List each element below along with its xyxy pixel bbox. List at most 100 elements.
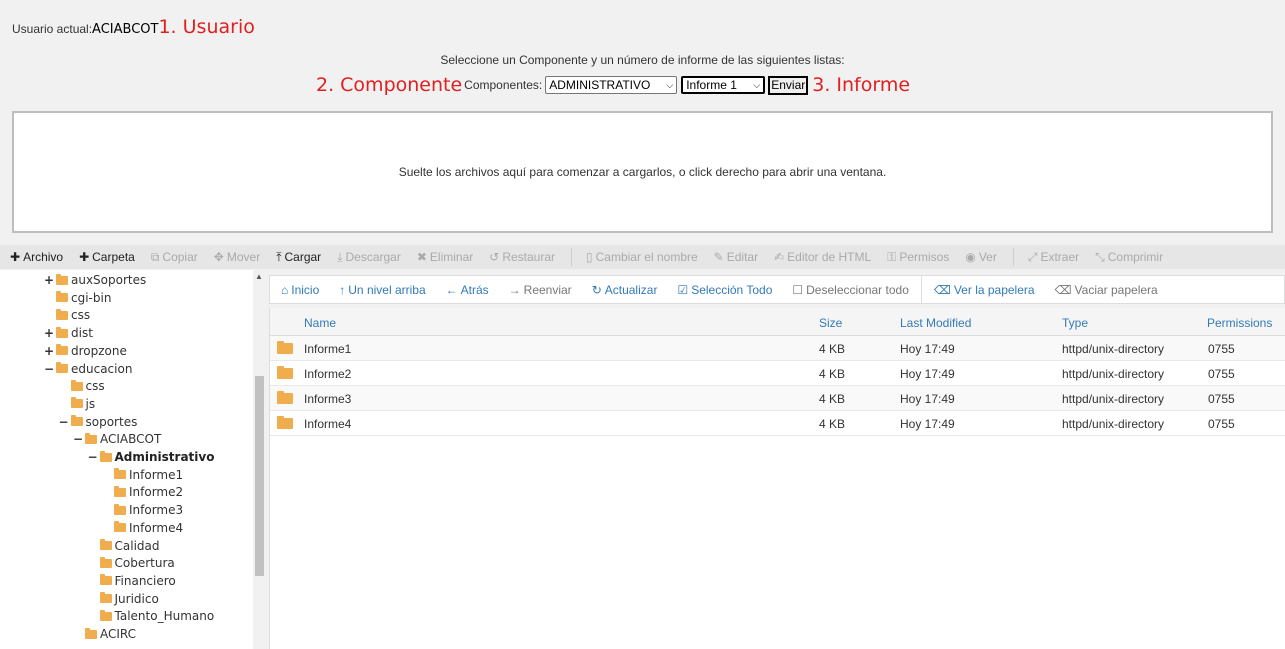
table-row[interactable]: Informe4 4 KB Hoy 17:49 httpd/unix-director… (270, 411, 1285, 436)
tree-item[interactable]: css (44, 306, 90, 324)
toolbar-mover-button[interactable]: ✥ Mover (214, 250, 260, 264)
expand-icon[interactable]: + (44, 273, 54, 287)
toolbar-eliminar-button[interactable]: ✖ Eliminar (417, 250, 473, 264)
report-select[interactable]: Informe 1 ⌵ (681, 76, 766, 94)
tree-item[interactable]: cgi-bin (44, 289, 111, 307)
table-row[interactable]: Informe3 4 KB Hoy 17:49 httpd/unix-director… (270, 386, 1285, 411)
toolbar-comprimir-button[interactable]: ⤡ Comprimir (1095, 250, 1163, 265)
collapse-icon[interactable]: − (88, 450, 98, 464)
level-up-icon: ↑ (339, 282, 346, 297)
table-row[interactable]: Informe2 4 KB Hoy 17:49 httpd/unix-director… (270, 361, 1285, 386)
nav-atrás-button[interactable]: ← Atrás (446, 283, 489, 297)
tree-scrollbar[interactable]: ▲ (253, 270, 266, 649)
collapse-icon[interactable]: − (59, 415, 69, 429)
tree-item[interactable]: − Administrativo (88, 448, 215, 466)
file-modified-cell: Hoy 17:49 (900, 342, 955, 356)
nav-un-nivel-arriba-button[interactable]: ↑ Un nivel arriba (339, 283, 425, 297)
tree-item[interactable]: Informe4 (102, 519, 183, 537)
toolbar-permisos-button[interactable]: ⚿ Permisos (887, 250, 949, 265)
file-dropzone[interactable]: Suelte los archivos aquí para comenzar a… (12, 111, 1273, 233)
toolbar-archivo-button[interactable]: ✚ Archivo (10, 250, 63, 264)
column-permissions-header[interactable]: Permissions (1207, 316, 1272, 330)
folder-icon (56, 308, 68, 320)
toolbar-button-label: Cambiar el nombre (595, 250, 698, 264)
component-select[interactable]: ADMINISTRATIVO ⌵ (545, 76, 678, 94)
nav-button-label: Selección Todo (691, 282, 773, 297)
folder-open-icon (56, 362, 68, 373)
toolbar-button-label: Restaurar (502, 250, 556, 264)
tree-item[interactable]: Cobertura (88, 554, 175, 572)
scrollbar-thumb[interactable] (255, 376, 264, 576)
expand-icon[interactable]: + (44, 344, 54, 358)
nav-button-label: Actualizar (604, 282, 658, 297)
tree-item[interactable]: + auxSoportes (44, 271, 146, 289)
toolbar-restaurar-button[interactable]: ↺ Restaurar (489, 250, 555, 264)
tree-item[interactable]: − soportes (59, 413, 138, 431)
tree-item[interactable]: Financiero (88, 572, 176, 590)
current-user-name: ACIABCOT (92, 22, 159, 37)
tree-item[interactable]: + dropzone (44, 342, 127, 360)
file-type-cell: httpd/unix-directory (1062, 367, 1165, 381)
tree-item-label: css (85, 379, 105, 394)
toolbar-extraer-button[interactable]: ⤢ Extraer (1028, 250, 1079, 265)
file-size-cell: 4 KB (819, 392, 846, 406)
folder-icon (99, 539, 112, 550)
tree-item[interactable]: css (59, 377, 105, 395)
copy-icon: ⧉ (150, 249, 160, 264)
tree-item[interactable]: Informe3 (102, 501, 183, 519)
toolbar-cambiar-el-nombre-button[interactable]: ▯ Cambiar el nombre (586, 250, 698, 264)
column-modified-header[interactable]: Last Modified (900, 316, 971, 330)
nav-button-label: Un nivel arriba (348, 282, 426, 297)
file-modified-cell: Hoy 17:49 (900, 417, 955, 431)
tree-item[interactable]: Talento_Humano (88, 607, 214, 625)
column-size-header[interactable]: Size (819, 316, 842, 330)
file-modified-cell: Hoy 17:49 (900, 392, 955, 406)
report-annotation: 3. Informe (812, 74, 911, 96)
folder-icon (277, 366, 293, 379)
toolbar-button-label: Archivo (23, 250, 64, 264)
checkbox-checked-icon: ☑ (677, 282, 689, 297)
collapse-icon[interactable]: − (73, 432, 83, 446)
nav-reenviar-button[interactable]: → Reenviar (509, 283, 572, 297)
nav-vaciar-papelera-button[interactable]: ⌫ Vaciar papelera (1055, 283, 1158, 297)
collapse-icon[interactable]: − (44, 362, 54, 376)
tree-item[interactable]: ACIRC (73, 625, 136, 643)
folder-icon (277, 416, 293, 429)
toolbar-button-label: Editor de HTML (787, 250, 872, 264)
table-row[interactable]: Informe1 4 KB Hoy 17:49 httpd/unix-director… (270, 336, 1285, 361)
nav-deseleccionar-todo-button[interactable]: ☐ Deseleccionar todo (792, 283, 909, 297)
nav-button-label: Inicio (291, 282, 320, 297)
tree-item-label: Administrativo (114, 450, 215, 464)
toolbar-editor-de-html-button[interactable]: ✍ Editor de HTML (774, 250, 871, 264)
column-type-header[interactable]: Type (1062, 316, 1088, 330)
column-name-header[interactable]: Name (304, 316, 336, 330)
tree-item[interactable]: + dist (44, 324, 93, 342)
tree-item[interactable]: js (59, 395, 95, 413)
tree-item-label: css (71, 308, 91, 323)
toolbar-copiar-button[interactable]: ⧉ Copiar (151, 250, 198, 265)
expand-icon[interactable]: + (44, 326, 54, 340)
tree-item[interactable]: Informe1 (102, 466, 183, 484)
nav-selección-todo-button[interactable]: ☑ Selección Todo (677, 283, 772, 297)
tree-item[interactable]: Calidad (88, 537, 160, 555)
back-arrow-icon: ← (445, 282, 458, 297)
nav-inicio-button[interactable]: ⌂ Inicio (281, 283, 319, 297)
scroll-up-icon[interactable]: ▲ (255, 272, 263, 281)
tree-item[interactable]: − educacion (44, 360, 132, 378)
toolbar-editar-button[interactable]: ✎ Editar (714, 250, 758, 264)
nav-ver-la-papelera-button[interactable]: ⌫ Ver la papelera (934, 283, 1035, 297)
toolbar-cargar-button[interactable]: ⤒ Cargar (276, 250, 321, 265)
html-edit-icon: ✍ (774, 250, 785, 264)
tree-item[interactable]: − ACIABCOT (73, 430, 161, 448)
toolbar-carpeta-button[interactable]: ✚ Carpeta (79, 250, 135, 264)
restore-icon: ↺ (489, 250, 500, 264)
tree-item[interactable]: Juridico (88, 590, 159, 608)
checkbox-empty-icon: ☐ (792, 282, 804, 297)
plus-icon: ✚ (10, 250, 21, 264)
tree-item[interactable]: Informe2 (102, 483, 183, 501)
nav-actualizar-button[interactable]: ↻ Actualizar (592, 283, 658, 297)
toolbar-descargar-button[interactable]: ⤓ Descargar (337, 250, 401, 265)
folder-icon (99, 609, 112, 621)
send-button[interactable]: Enviar (768, 75, 809, 95)
toolbar-ver-button[interactable]: ◉ Ver (965, 250, 997, 264)
